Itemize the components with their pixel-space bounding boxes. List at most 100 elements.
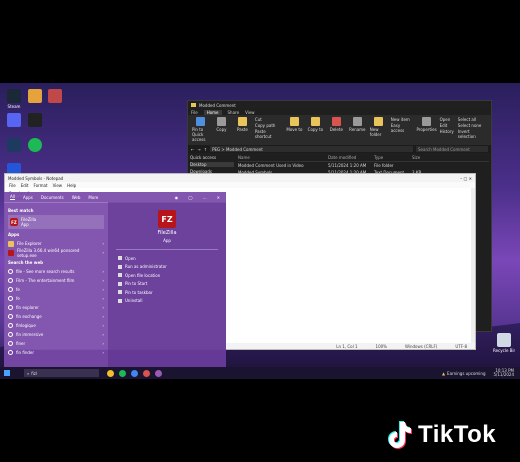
- best-match-item[interactable]: FZ FileZilla App: [8, 215, 104, 229]
- menu-file[interactable]: File: [9, 183, 16, 188]
- desktop-icon-game[interactable]: [24, 89, 46, 104]
- column-type[interactable]: Type: [374, 155, 410, 160]
- tab-home[interactable]: Home: [203, 109, 222, 115]
- tab-file[interactable]: File: [191, 110, 198, 115]
- list-item[interactable]: fin explorer ›: [8, 303, 104, 312]
- search-icon: [8, 341, 13, 346]
- menu-format[interactable]: Format: [33, 183, 47, 188]
- copy-to-button[interactable]: Copy to: [307, 117, 324, 132]
- table-row[interactable]: Modded Comment Used in Video 5/11/2024 1…: [238, 162, 489, 169]
- status-encoding: UTF-8: [455, 343, 467, 349]
- menu-view[interactable]: View: [53, 183, 63, 188]
- list-item[interactable]: finer ›: [8, 339, 104, 348]
- properties-button[interactable]: Properties: [416, 117, 437, 132]
- paste-shortcut-button[interactable]: Paste shortcut: [255, 129, 282, 139]
- column-name[interactable]: Name: [238, 155, 326, 160]
- action-open[interactable]: Open: [108, 254, 226, 263]
- shield-icon: [118, 264, 122, 269]
- desktop-icon-recycle-bin[interactable]: Recycle Bin: [493, 333, 515, 353]
- app-taskbar-icon[interactable]: [155, 369, 162, 377]
- pin-icon: [118, 281, 122, 286]
- delete-button[interactable]: Delete: [328, 117, 345, 132]
- move-to-button[interactable]: Move to: [286, 117, 303, 132]
- list-item[interactable]: fin immersive ›: [8, 330, 104, 339]
- invert-selection-button[interactable]: Invert selection: [458, 129, 487, 139]
- desktop-icon-epic[interactable]: [24, 113, 46, 128]
- list-item[interactable]: FileZilla 3.66.4 win64 ponsored setup.ex…: [8, 248, 104, 258]
- tab-web[interactable]: Web: [72, 195, 81, 200]
- close-icon[interactable]: ✕: [469, 176, 472, 181]
- up-arrow-icon[interactable]: ↑: [204, 147, 207, 152]
- search-icon: [8, 350, 13, 355]
- copy-path-button[interactable]: Copy path: [255, 123, 282, 128]
- select-none-button[interactable]: Select none: [458, 123, 487, 128]
- action-uninstall[interactable]: Uninstall: [108, 297, 226, 306]
- tab-all[interactable]: All: [10, 194, 15, 200]
- maximize-icon[interactable]: □: [464, 176, 468, 181]
- nav-quick-access[interactable]: Quick access: [190, 155, 234, 160]
- select-all-button[interactable]: Select all: [458, 117, 487, 122]
- explorer-address-row: ← → ↑ PEG > Modded Comment Search Modded…: [188, 145, 491, 153]
- search-icon: [8, 287, 13, 292]
- desktop-icon-steam[interactable]: Steam: [3, 89, 25, 109]
- apps-heading: Apps: [8, 232, 20, 237]
- list-item[interactable]: fe ›: [8, 294, 104, 303]
- tab-view[interactable]: View: [245, 110, 255, 115]
- taskbar-search-input[interactable]: ⌕ fizl: [24, 369, 99, 377]
- action-pin-to-start[interactable]: Pin to Start: [108, 280, 226, 289]
- new-item-button[interactable]: New item: [391, 117, 414, 122]
- chrome-taskbar-icon[interactable]: [131, 369, 138, 377]
- list-item[interactable]: Film - The entertainment film ›: [8, 276, 104, 285]
- action-run-as-admin[interactable]: Run as administrator: [108, 263, 226, 272]
- explorer-search-input[interactable]: Search Modded Comment: [416, 146, 488, 152]
- close-icon[interactable]: ✕: [217, 195, 220, 200]
- back-arrow-icon[interactable]: ←: [191, 147, 194, 152]
- tab-apps[interactable]: Apps: [23, 195, 33, 200]
- history-button[interactable]: History: [440, 129, 454, 134]
- minimize-icon[interactable]: –: [460, 176, 462, 181]
- easy-access-button[interactable]: Easy access: [391, 123, 414, 133]
- file-type: File folder: [374, 163, 394, 168]
- menu-help[interactable]: Help: [67, 183, 76, 188]
- tab-more[interactable]: More: [88, 195, 98, 200]
- account-icon[interactable]: ◯: [188, 195, 192, 200]
- new-folder-button[interactable]: New folder: [370, 117, 387, 137]
- rewards-icon[interactable]: ◉: [175, 195, 179, 200]
- menu-edit[interactable]: Edit: [21, 183, 29, 188]
- desktop-icon-spotify[interactable]: [24, 138, 46, 153]
- nav-desktop[interactable]: Desktop: [190, 162, 234, 167]
- action-open-file-location[interactable]: Open file location: [108, 271, 226, 280]
- list-item[interactable]: fe ›: [8, 285, 104, 294]
- windows-start-icon[interactable]: [4, 370, 10, 376]
- action-pin-to-taskbar[interactable]: Pin to taskbar: [108, 288, 226, 297]
- desktop: Steam Recycle Bin Modded Comment File Ho…: [0, 83, 520, 379]
- list-item[interactable]: finlogique ›: [8, 321, 104, 330]
- column-size[interactable]: Size: [412, 155, 432, 160]
- desktop-icon-discord[interactable]: [3, 113, 25, 128]
- more-options-icon[interactable]: …: [203, 195, 207, 200]
- paste-button[interactable]: Paste: [234, 117, 251, 132]
- notepad-scrollbar[interactable]: [471, 188, 475, 343]
- earnings-widget[interactable]: ▲ Earnings upcoming: [442, 371, 486, 376]
- copy-button[interactable]: Copy: [213, 117, 230, 132]
- cut-button[interactable]: Cut: [255, 117, 282, 122]
- pin-quick-access-button[interactable]: Pin to Quick access: [192, 117, 209, 142]
- desktop-icon-lightroom[interactable]: [3, 138, 25, 153]
- open-button[interactable]: Open: [440, 117, 454, 122]
- clock[interactable]: 10:13 PM 5/11/2024: [493, 368, 514, 378]
- list-item[interactable]: file - See more search results ›: [8, 267, 104, 276]
- list-item[interactable]: fin exchange ›: [8, 312, 104, 321]
- rename-button[interactable]: Rename: [349, 117, 366, 132]
- tab-share[interactable]: Share: [228, 110, 240, 115]
- desktop-icon-app[interactable]: [44, 89, 66, 104]
- file-explorer-taskbar-icon[interactable]: [107, 369, 114, 377]
- spotify-taskbar-icon[interactable]: [119, 369, 126, 377]
- list-item[interactable]: fin finder ›: [8, 348, 104, 357]
- address-bar[interactable]: PEG > Modded Comment: [210, 146, 413, 152]
- forward-arrow-icon[interactable]: →: [197, 147, 200, 152]
- edit-button[interactable]: Edit: [440, 123, 454, 128]
- column-date[interactable]: Date modified: [328, 155, 372, 160]
- app-taskbar-icon[interactable]: [143, 369, 150, 377]
- search-icon: [8, 296, 13, 301]
- tab-documents[interactable]: Documents: [41, 195, 64, 200]
